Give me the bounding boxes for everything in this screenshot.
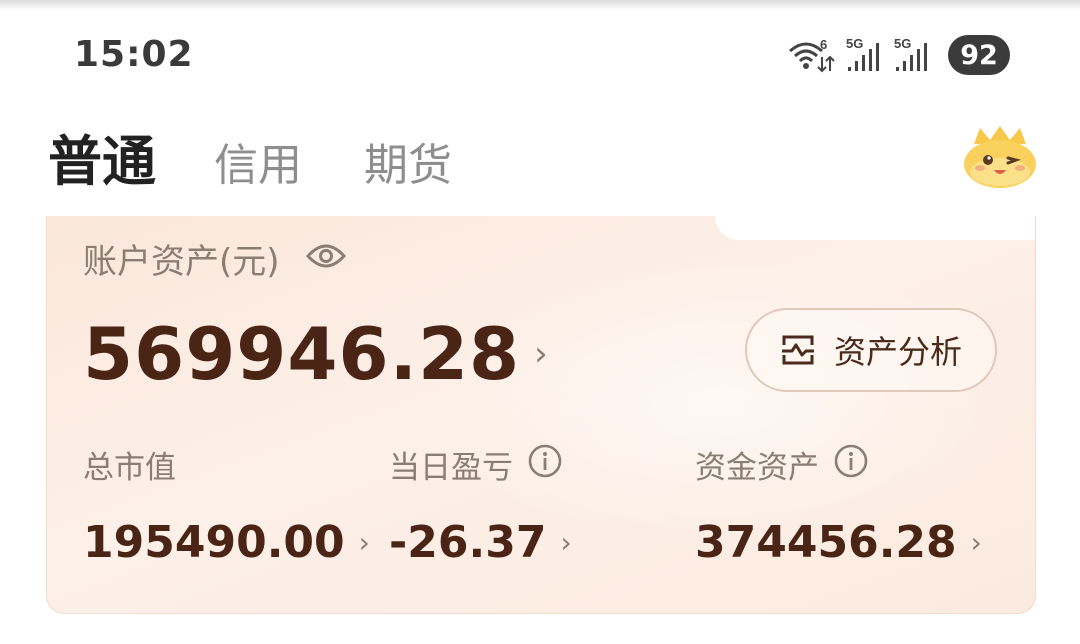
account-type-tabs: 普通 信用 期货 — [48, 130, 514, 198]
status-time: 15:02 — [74, 34, 194, 75]
metric-value-row: -26.37 › — [389, 517, 572, 568]
screen: 15:02 6 5G 5G 92 普通 信用 期货 账户资产(元) 569946… — [0, 0, 1080, 644]
status-icons: 6 5G 5G 92 — [786, 34, 1010, 76]
asset-label: 账户资产(元) — [83, 242, 280, 282]
wifi-gen-label: 6 — [820, 37, 827, 52]
battery-indicator: 92 — [948, 35, 1010, 75]
asset-analysis-label: 资产分析 — [833, 333, 962, 371]
cash-assets-label: 资金资产 — [695, 450, 819, 486]
total-assets[interactable]: 569946.28 › — [83, 312, 549, 396]
daily-pnl-value: -26.37 — [389, 517, 547, 568]
top-shade — [0, 0, 1080, 10]
chevron-right-icon: › — [358, 526, 370, 559]
metric-label: 当日盈亏 — [389, 442, 572, 487]
market-value: 195490.00 — [83, 517, 345, 568]
cash-assets-value: 374456.28 — [695, 517, 957, 568]
tab-futures[interactable]: 期货 — [364, 134, 452, 198]
asset-label-row: 账户资产(元) — [83, 234, 346, 283]
total-assets-value: 569946.28 — [83, 312, 521, 396]
asset-analysis-button[interactable]: 资产分析 — [745, 308, 997, 392]
metric-daily-pnl[interactable]: 当日盈亏 -26.37 › — [389, 442, 572, 568]
market-value-label: 总市值 — [83, 450, 176, 486]
metric-value-row: 195490.00 › — [83, 517, 370, 568]
signal-2-label: 5G — [894, 36, 911, 51]
mascot-avatar-icon[interactable] — [960, 122, 1040, 192]
tab-credit[interactable]: 信用 — [214, 134, 302, 198]
metric-cash-assets[interactable]: 资金资产 374456.28 › — [695, 442, 982, 568]
metric-label: 总市值 — [83, 442, 370, 487]
info-icon[interactable] — [527, 443, 563, 487]
info-icon[interactable] — [833, 443, 869, 487]
chevron-right-icon: › — [534, 334, 549, 374]
metric-market-value[interactable]: 总市值 195490.00 › — [83, 442, 370, 568]
chevron-right-icon: › — [560, 526, 572, 559]
wifi-icon: 6 — [786, 35, 836, 75]
tab-normal[interactable]: 普通 — [48, 130, 156, 194]
signal-2-icon: 5G — [894, 35, 932, 75]
metric-value-row: 374456.28 › — [695, 517, 982, 568]
chevron-right-icon: › — [970, 526, 982, 559]
eye-icon[interactable] — [305, 239, 346, 279]
signal-1-icon: 5G — [846, 35, 884, 75]
metric-label: 资金资产 — [695, 442, 982, 487]
account-asset-card: 账户资产(元) 569946.28 › 资产分析 总市值 195490.00 ›… — [46, 216, 1036, 614]
signal-1-label: 5G — [846, 36, 863, 51]
analysis-icon — [781, 335, 814, 365]
daily-pnl-label: 当日盈亏 — [389, 450, 513, 486]
